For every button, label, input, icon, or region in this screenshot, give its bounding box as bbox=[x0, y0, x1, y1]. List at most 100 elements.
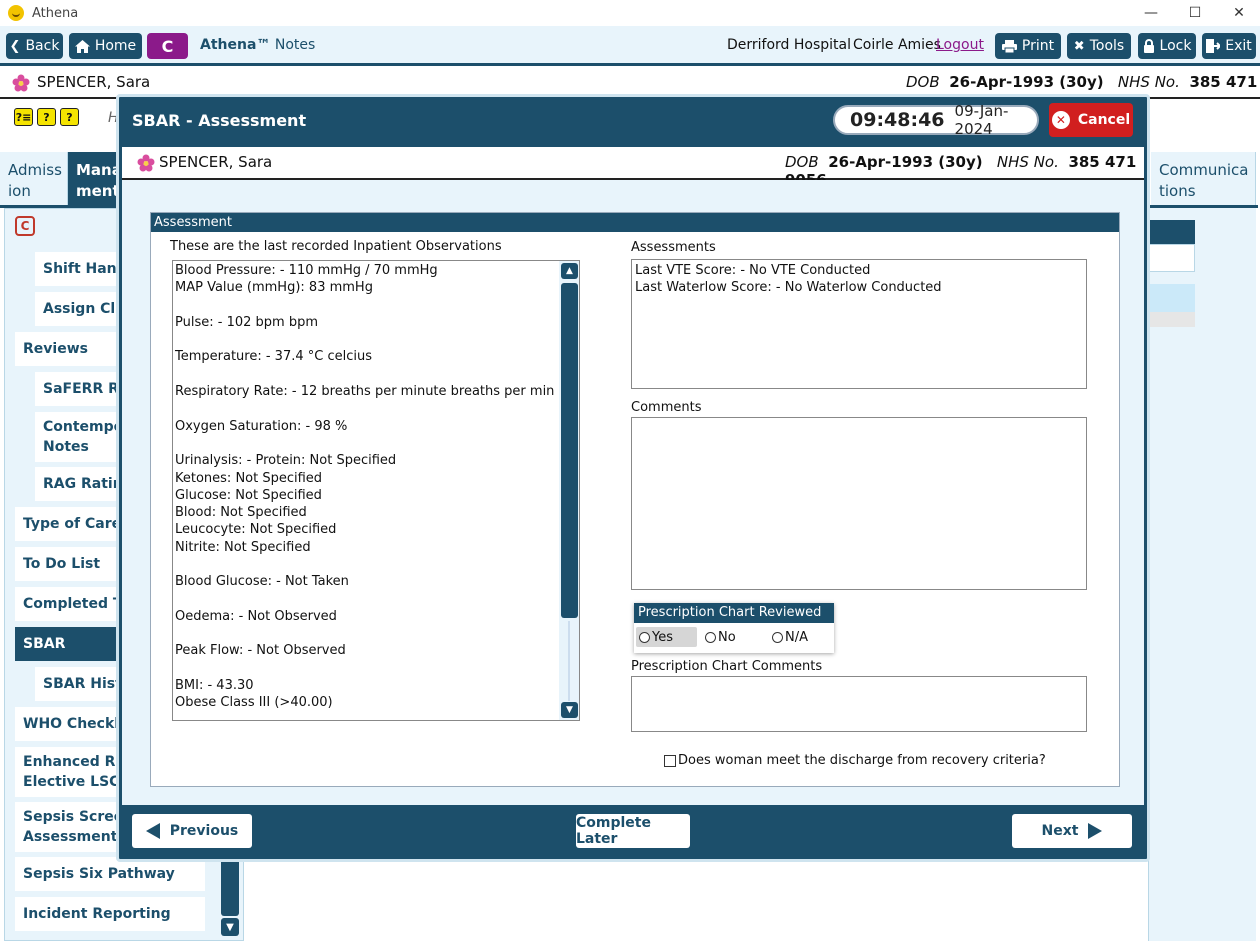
radio-circle-icon bbox=[639, 631, 650, 643]
assessments-box: Last VTE Score: - No VTE Conducted Last … bbox=[631, 259, 1087, 389]
maximize-button[interactable]: ☐ bbox=[1172, 0, 1218, 26]
tools-icon: ✖ bbox=[1073, 38, 1085, 54]
obs-line: Obese Class III (>40.00) bbox=[175, 695, 333, 710]
chevron-down-icon[interactable]: ▼ bbox=[221, 918, 239, 936]
observations-label: These are the last recorded Inpatient Ob… bbox=[170, 239, 502, 254]
exit-icon bbox=[1206, 39, 1221, 53]
radio-no[interactable]: No bbox=[702, 627, 762, 647]
prescription-comments-textarea[interactable] bbox=[631, 676, 1087, 732]
assessment-line: Last Waterlow Score: - No Waterlow Condu… bbox=[635, 280, 942, 295]
obs-line: Ketones: Not Specified bbox=[175, 471, 323, 486]
radio-circle-icon bbox=[772, 631, 783, 643]
menu-incident-reporting[interactable]: Incident Reporting bbox=[15, 897, 205, 931]
dialog-patient-banner: SPENCER, Sara DOB 26-Apr-1993 (30y) NHS … bbox=[122, 147, 1144, 189]
exit-button[interactable]: Exit bbox=[1202, 33, 1256, 59]
clock-date: 09-Jan-2024 bbox=[954, 102, 1009, 138]
print-button[interactable]: Print bbox=[995, 33, 1061, 59]
help-list-icon[interactable]: ?≡ bbox=[14, 108, 33, 126]
window-title: Athena bbox=[32, 5, 79, 21]
main-toolbar: ❮ Back Home C Athena™ Notes Derriford Ho… bbox=[0, 26, 1260, 66]
assessment-line: Last VTE Score: - No VTE Conducted bbox=[635, 263, 871, 278]
datetime-display: 09:48:46 09-Jan-2024 bbox=[833, 102, 1039, 138]
arrow-left-icon bbox=[145, 823, 160, 839]
user-name: Coirle Amies bbox=[853, 37, 941, 53]
help-icon[interactable]: ? bbox=[37, 108, 56, 126]
c-button[interactable]: C bbox=[147, 33, 188, 59]
menu-sepsis-six-pathway[interactable]: Sepsis Six Pathway bbox=[15, 857, 205, 891]
obs-line: Nitrite: Not Specified bbox=[175, 540, 311, 555]
patient-name: SPENCER, Sara bbox=[37, 73, 151, 91]
close-circle-icon: ✕ bbox=[1051, 111, 1070, 129]
tools-button[interactable]: ✖ Tools bbox=[1067, 33, 1131, 59]
radio-na[interactable]: N/A bbox=[769, 627, 829, 647]
dialog-footer: Previous Complete Later Next bbox=[122, 805, 1144, 857]
help-icon[interactable]: ? bbox=[60, 108, 79, 126]
previous-button[interactable]: Previous bbox=[132, 814, 252, 848]
checkbox-icon[interactable] bbox=[664, 754, 676, 767]
right-panel-header bbox=[1148, 220, 1195, 244]
obs-line: Peak Flow: - Not Observed bbox=[175, 643, 346, 658]
obs-line: Pulse: - 102 bpm bpm bbox=[175, 315, 318, 330]
right-panel-row bbox=[1148, 312, 1195, 327]
obs-line: Temperature: - 37.4 °C celcius bbox=[175, 349, 372, 364]
complete-later-button[interactable]: Complete Later bbox=[576, 814, 690, 848]
hospital-name: Derriford Hospital bbox=[727, 37, 852, 53]
flower-icon bbox=[12, 74, 30, 92]
clock-time: 09:48:46 bbox=[850, 109, 945, 131]
app-brand: Athena™ Notes bbox=[200, 37, 316, 53]
right-panel-box bbox=[1148, 244, 1195, 272]
chevron-up-icon[interactable]: ▲ bbox=[561, 263, 578, 279]
obs-line: Respiratory Rate: - 12 breaths per minut… bbox=[175, 384, 555, 399]
assessment-section-header: Assessment bbox=[151, 213, 1119, 232]
obs-line: Urinalysis: - Protein: Not Specified bbox=[175, 453, 397, 468]
home-button[interactable]: Home bbox=[69, 33, 142, 59]
obs-line: Blood: Not Specified bbox=[175, 505, 307, 520]
tab-admission[interactable]: Admiss ion bbox=[0, 152, 68, 206]
obs-line: MAP Value (mmHg): 83 mmHg bbox=[175, 280, 373, 295]
chevron-down-icon[interactable]: ▼ bbox=[561, 702, 578, 718]
prescription-comments-label: Prescription Chart Comments bbox=[631, 659, 823, 674]
chevron-left-icon: ❮ bbox=[9, 38, 21, 54]
minimize-button[interactable]: — bbox=[1128, 0, 1174, 26]
flower-icon bbox=[137, 154, 155, 172]
lock-icon bbox=[1143, 39, 1154, 53]
discharge-criteria-checkbox[interactable]: Does woman meet the discharge from recov… bbox=[664, 753, 1046, 768]
sbar-assessment-dialog: SBAR - Assessment 09:48:46 09-Jan-2024 ✕… bbox=[116, 94, 1150, 862]
assessments-label: Assessments bbox=[631, 240, 716, 255]
obs-line: Leucocyte: Not Specified bbox=[175, 522, 337, 537]
window-titlebar: Athena — ☐ ✕ bbox=[0, 0, 1260, 26]
menu-scrollbar-thumb[interactable] bbox=[221, 856, 239, 916]
cancel-button[interactable]: ✕ Cancel bbox=[1049, 103, 1133, 137]
patient-name: SPENCER, Sara bbox=[159, 153, 273, 171]
prescription-chart-reviewed-title: Prescription Chart Reviewed bbox=[634, 603, 834, 623]
dialog-title: SBAR - Assessment bbox=[132, 111, 307, 130]
lock-button[interactable]: Lock bbox=[1138, 33, 1196, 59]
obs-line: BMI: - 43.30 bbox=[175, 678, 254, 693]
comments-label: Comments bbox=[631, 400, 702, 415]
dialog-header: SBAR - Assessment 09:48:46 09-Jan-2024 ✕… bbox=[119, 97, 1147, 145]
scrollbar-thumb[interactable] bbox=[561, 283, 578, 618]
logout-link[interactable]: Logout bbox=[936, 37, 984, 53]
obs-line: Blood Pressure: - 110 mmHg / 70 mmHg bbox=[175, 263, 438, 278]
close-button[interactable]: ✕ bbox=[1216, 0, 1260, 26]
printer-icon bbox=[1001, 39, 1017, 53]
scrollbar-track bbox=[568, 621, 570, 701]
right-panel-selected-row[interactable] bbox=[1148, 284, 1195, 312]
comments-textarea[interactable] bbox=[631, 417, 1087, 590]
c-badge-icon: C bbox=[15, 216, 35, 236]
assessment-section: Assessment These are the last recorded I… bbox=[150, 212, 1120, 787]
observations-scrollbar[interactable]: ▲ ▼ bbox=[559, 261, 579, 720]
next-button[interactable]: Next bbox=[1012, 814, 1132, 848]
back-button[interactable]: ❮ Back bbox=[6, 33, 63, 59]
obs-line: Blood Glucose: - Not Taken bbox=[175, 574, 349, 589]
question-icons: ?≡ ? ? bbox=[14, 108, 79, 126]
prescription-chart-reviewed-group: Prescription Chart Reviewed Yes No N/A bbox=[634, 603, 834, 653]
observations-list[interactable]: Blood Pressure: - 110 mmHg / 70 mmHg MAP… bbox=[172, 260, 580, 721]
radio-yes[interactable]: Yes bbox=[636, 627, 697, 647]
home-icon bbox=[74, 39, 90, 53]
obs-line: Oedema: - Not Observed bbox=[175, 609, 337, 624]
radio-circle-icon bbox=[705, 631, 716, 643]
athena-logo-icon bbox=[8, 5, 24, 21]
tab-communications[interactable]: Communica tions bbox=[1151, 152, 1256, 206]
obs-line: Glucose: Not Specified bbox=[175, 488, 322, 503]
